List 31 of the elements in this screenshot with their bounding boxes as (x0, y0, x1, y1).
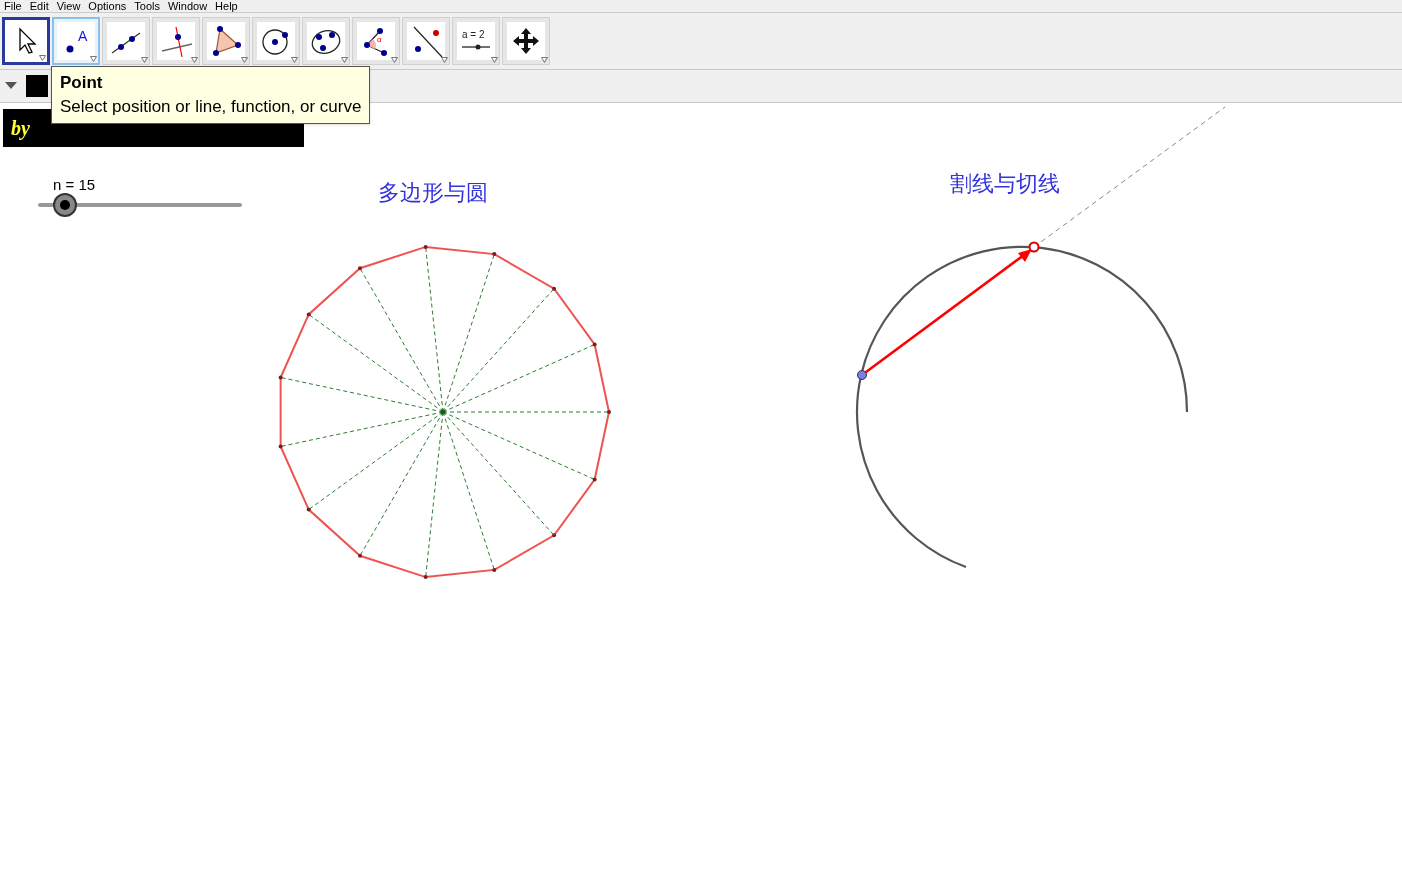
dropdown-triangle-icon (90, 56, 97, 62)
menu-item[interactable]: Options (88, 0, 127, 12)
tool-button[interactable]: A (52, 17, 100, 65)
dropdown-triangle-icon (241, 57, 248, 63)
menu-item[interactable]: Help (215, 0, 238, 12)
dropdown-triangle-icon (391, 57, 398, 63)
banner-text: by (11, 116, 30, 142)
color-swatch[interactable] (26, 75, 48, 97)
menu-item[interactable]: File (4, 0, 22, 12)
menu-item[interactable]: Window (167, 0, 208, 12)
dropdown-triangle-icon (191, 57, 198, 63)
dropdown-triangle-icon (341, 57, 348, 63)
polygon-title: 多边形与圆 (378, 179, 488, 207)
slider-thumb[interactable] (52, 193, 77, 217)
dropdown-triangle-icon (541, 57, 548, 63)
tool-button[interactable]: a = 2 (452, 17, 500, 65)
menu-item[interactable]: View (56, 0, 81, 12)
dropdown-triangle-icon (441, 57, 448, 63)
collapse-triangle-icon[interactable] (4, 81, 18, 91)
tooltip-text: Select position or line, function, or curve (60, 96, 362, 118)
dropdown-triangle-icon (141, 57, 148, 63)
tool-button[interactable] (2, 17, 50, 65)
dropdown-triangle-icon (39, 55, 46, 61)
menu-item[interactable]: Tools (134, 0, 160, 12)
menu-item[interactable]: Edit (29, 0, 49, 12)
tool-button[interactable]: α (352, 17, 400, 65)
dropdown-triangle-icon (291, 57, 298, 63)
slider-label: n = 15 (53, 175, 96, 195)
dropdown-triangle-icon (491, 57, 498, 63)
secant-title: 割线与切线 (950, 170, 1060, 198)
tooltip-title: Point (60, 72, 104, 94)
